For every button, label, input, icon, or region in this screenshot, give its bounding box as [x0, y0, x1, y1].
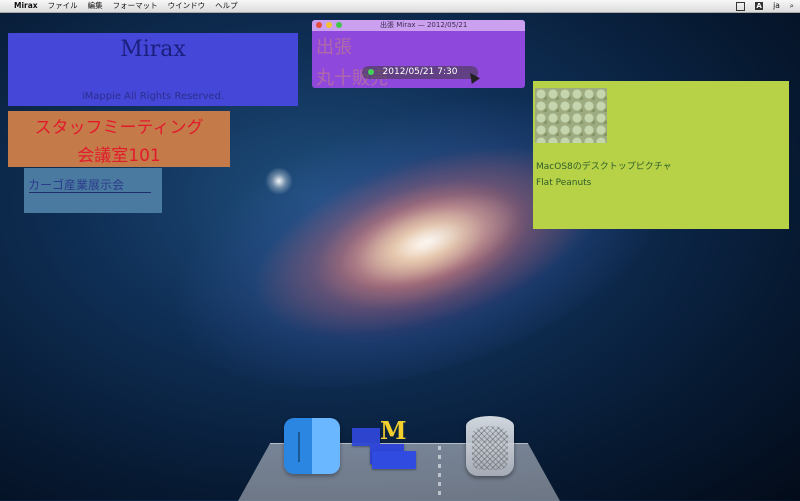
note-orange-line-2: 会議室101: [77, 146, 161, 166]
date-text: 2012/05/21 7:30: [382, 67, 458, 77]
search-icon[interactable]: ⌕: [790, 0, 794, 12]
note-orange-line-1: スタッフミーティング: [34, 118, 204, 138]
menu-file[interactable]: ファイル: [48, 0, 78, 12]
note-blue-subtitle: iMappie All Rights Reserved.: [81, 91, 225, 102]
alarm-indicator-icon: [368, 69, 374, 75]
dock-separator: [438, 446, 441, 496]
finder-face-icon: [298, 432, 328, 462]
note-purple-titlebar[interactable]: 出張 Mirax — 2012/05/21: [312, 20, 525, 31]
note-purple-window[interactable]: 出張 Mirax — 2012/05/21 出張 丸十販売 2012/05/21…: [312, 20, 525, 89]
pattern-thumbnail: [535, 88, 607, 143]
menu-window[interactable]: ウインドウ: [168, 0, 206, 12]
note-blue[interactable]: Mirax iMappie All Rights Reserved.: [8, 33, 298, 106]
minimize-icon[interactable]: [326, 22, 332, 28]
window-controls: [316, 22, 342, 28]
mirax-m-letter: M: [380, 416, 407, 445]
menu-format[interactable]: フォーマット: [113, 0, 158, 12]
app-menu[interactable]: Mirax: [14, 0, 38, 12]
note-purple-line-1: 出張: [316, 37, 352, 58]
zoom-icon[interactable]: [336, 22, 342, 28]
trash-mesh-icon: [472, 426, 508, 470]
mirax-dock-icon[interactable]: M: [352, 416, 424, 474]
note-orange[interactable]: スタッフミーティング 会議室101: [8, 111, 230, 167]
trash-dock-icon[interactable]: [466, 416, 514, 476]
language-indicator[interactable]: ja: [773, 0, 780, 12]
note-green-caption-1: MacOS8のデスクトップピクチャ: [536, 162, 672, 172]
desktop-bright-star: [265, 167, 293, 195]
note-steel-text: カーゴ産業展示会: [28, 178, 125, 192]
screen-icon[interactable]: [736, 1, 746, 11]
menu-bar-right: A ja ⌕: [736, 0, 794, 12]
note-blue-title: Mirax: [120, 37, 186, 62]
menu-edit[interactable]: 編集: [88, 0, 103, 12]
input-method-icon[interactable]: A: [755, 2, 764, 10]
finder-dock-icon[interactable]: [284, 418, 340, 474]
note-purple-window-title: 出張 Mirax — 2012/05/21: [380, 21, 468, 29]
menu-bar-left: Mirax ファイル 編集 フォーマット ウインドウ ヘルプ: [4, 0, 238, 12]
mirax-icon-rect-3: [372, 451, 416, 469]
note-green[interactable]: MacOS8のデスクトップピクチャ Flat Peanuts: [533, 81, 789, 229]
menu-help[interactable]: ヘルプ: [215, 0, 238, 12]
close-icon[interactable]: [316, 22, 322, 28]
menu-bar: Mirax ファイル 編集 フォーマット ウインドウ ヘルプ A ja ⌕: [0, 0, 800, 13]
note-steel[interactable]: カーゴ産業展示会: [24, 168, 162, 213]
date-badge[interactable]: 2012/05/21 7:30: [362, 66, 478, 79]
note-steel-underline: [29, 192, 151, 193]
note-green-caption-2: Flat Peanuts: [536, 178, 592, 188]
